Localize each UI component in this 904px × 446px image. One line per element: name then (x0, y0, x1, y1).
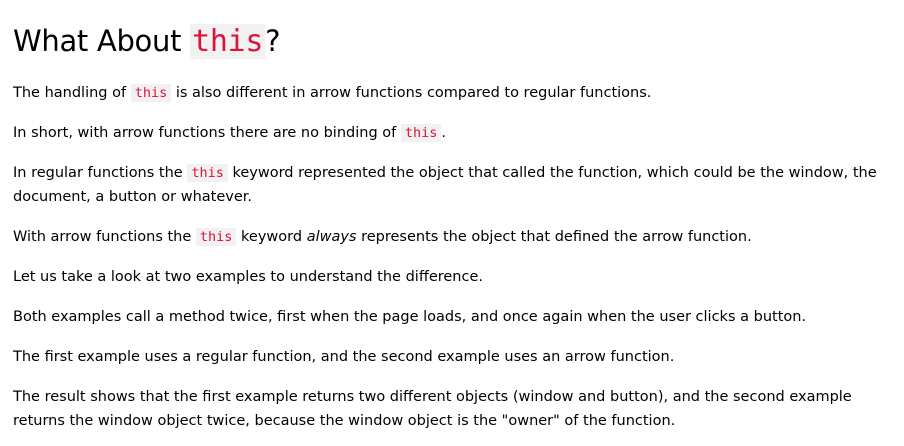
paragraph-3: In regular functions the this keyword re… (13, 161, 890, 209)
p1-text-after: is also different in arrow functions com… (171, 85, 652, 101)
p4-text-middle: keyword (236, 229, 307, 245)
paragraph-1: The handling of this is also different i… (13, 81, 890, 105)
title-code: this (190, 24, 266, 59)
paragraph-7: The first example uses a regular functio… (13, 349, 675, 365)
title-suffix: ? (265, 24, 281, 58)
paragraph-2: In short, with arrow functions there are… (13, 121, 890, 145)
p1-text-before: The handling of (13, 85, 131, 101)
p2-text-before: In short, with arrow functions there are… (13, 125, 401, 141)
article-content: What About this? The handling of this is… (0, 0, 904, 433)
p4-text-before: With arrow functions the (13, 229, 196, 245)
p4-code: this (195, 228, 237, 246)
p2-text-after: . (441, 125, 446, 141)
paragraph-5: Let us take a look at two examples to un… (13, 269, 483, 285)
title-prefix: What About (13, 24, 191, 58)
page-title: What About this? (13, 20, 890, 63)
paragraph-4: With arrow functions the this keyword al… (13, 225, 890, 249)
p2-code: this (400, 124, 442, 142)
p3-text-before: In regular functions the (13, 165, 188, 181)
p4-emphasis: always (306, 229, 357, 245)
p4-text-after: represents the object that defined the a… (356, 229, 752, 245)
p3-code: this (187, 164, 228, 182)
p1-code: this (130, 84, 172, 102)
paragraph-8: The result shows that the first example … (13, 389, 852, 429)
paragraph-6: Both examples call a method twice, first… (13, 309, 807, 325)
